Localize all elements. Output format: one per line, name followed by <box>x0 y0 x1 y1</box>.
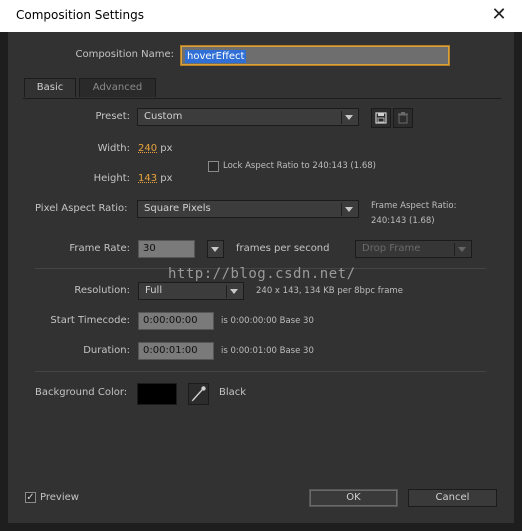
width-label: Width: <box>97 143 130 154</box>
tab-basic[interactable]: Basic <box>24 78 76 97</box>
preset-dropdown[interactable]: Custom <box>137 108 359 126</box>
background-color-swatch[interactable] <box>137 383 177 405</box>
resolution-value: Full <box>145 285 163 296</box>
background-app-strip-right <box>514 32 522 523</box>
start-timecode-label: Start Timecode: <box>50 315 130 326</box>
frame-aspect-value: 240:143 (1.68) <box>371 216 435 226</box>
frame-rate-dropdown[interactable] <box>207 240 224 258</box>
eyedropper-button[interactable] <box>188 383 209 405</box>
start-timecode-input[interactable]: 0:00:00:00 <box>138 312 214 330</box>
background-app-strip-left <box>0 32 8 523</box>
width-unit: px <box>160 143 173 154</box>
delete-preset-button[interactable] <box>393 108 413 128</box>
composition-name-input[interactable]: hoverEffect <box>181 46 449 65</box>
height-value[interactable]: 143 <box>138 173 157 184</box>
frame-rate-input[interactable]: 30 <box>138 240 195 258</box>
duration-input[interactable]: 0:00:01:00 <box>138 342 214 360</box>
background-app-strip-bottom <box>0 523 522 531</box>
frame-rate-label: Frame Rate: <box>69 243 130 254</box>
height-label: Height: <box>93 173 130 184</box>
trash-icon <box>398 112 408 124</box>
frame-rate-suffix: frames per second <box>236 243 330 254</box>
section-divider <box>35 371 486 372</box>
preset-value: Custom <box>144 111 183 122</box>
background-color-label: Background Color: <box>35 387 128 398</box>
duration-label: Duration: <box>83 345 130 356</box>
close-icon[interactable]: ✕ <box>488 4 510 26</box>
chevron-down-icon <box>345 207 353 212</box>
chevron-down-icon <box>211 247 219 252</box>
lock-aspect-checkbox[interactable] <box>208 161 219 172</box>
pixel-aspect-value: Square Pixels <box>144 203 211 214</box>
width-value[interactable]: 240 <box>138 143 157 154</box>
frame-aspect-label: Frame Aspect Ratio: <box>371 201 457 211</box>
composition-name-value: hoverEffect <box>185 50 247 63</box>
resolution-label: Resolution: <box>74 285 130 296</box>
cancel-button[interactable]: Cancel <box>408 489 497 507</box>
window-title: Composition Settings <box>16 8 144 22</box>
composition-name-label: Composition Name: <box>75 49 174 60</box>
chevron-down-icon <box>230 289 238 294</box>
preview-label: Preview <box>40 492 79 503</box>
checkmark-icon: ✓ <box>26 492 35 503</box>
resolution-dropdown[interactable]: Full <box>138 282 244 300</box>
chevron-down-icon <box>345 115 353 120</box>
resolution-info: 240 x 143, 134 KB per 8bpc frame <box>256 286 403 296</box>
preview-checkbox[interactable]: ✓ <box>25 492 36 503</box>
save-preset-button[interactable] <box>371 108 391 128</box>
duration-info: is 0:00:01:00 Base 30 <box>221 346 314 356</box>
drop-frame-dropdown[interactable]: Drop Frame <box>355 240 472 258</box>
chevron-down-icon <box>458 247 466 252</box>
height-unit: px <box>160 173 173 184</box>
eyedropper-icon <box>191 386 206 402</box>
save-preset-icon <box>375 112 387 124</box>
drop-frame-value: Drop Frame <box>362 243 421 254</box>
pixel-aspect-dropdown[interactable]: Square Pixels <box>137 200 359 218</box>
preset-label: Preset: <box>95 111 130 122</box>
start-timecode-info: is 0:00:00:00 Base 30 <box>221 316 314 326</box>
pixel-aspect-label: Pixel Aspect Ratio: <box>35 203 128 214</box>
watermark-text: http://blog.csdn.net/ <box>168 266 356 282</box>
lock-aspect-label: Lock Aspect Ratio to 240:143 (1.68) <box>223 161 376 171</box>
background-color-name: Black <box>219 387 247 398</box>
ok-button[interactable]: OK <box>309 489 398 507</box>
tab-advanced[interactable]: Advanced <box>79 78 156 97</box>
